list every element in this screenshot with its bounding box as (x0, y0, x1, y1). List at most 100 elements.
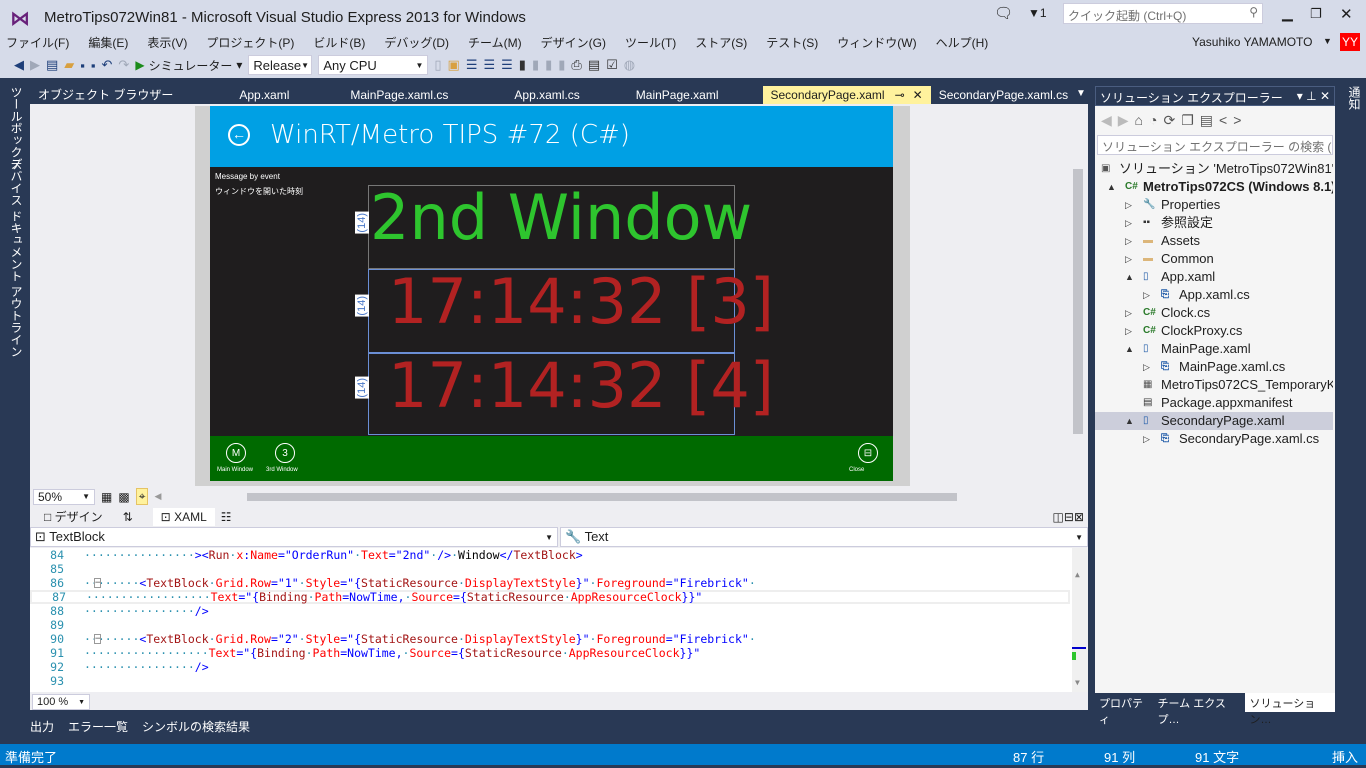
tree-item[interactable]: ▲ C# MetroTips072CS (Windows 8.1) (1095, 178, 1333, 196)
user-dropdown-icon[interactable]: ▼ (1323, 36, 1332, 46)
element-dropdown[interactable]: ⊡ TextBlock ▼ (30, 527, 558, 547)
restore-button[interactable]: ❐ (1310, 6, 1322, 22)
tree-item[interactable]: ▷ ▬ Assets (1095, 232, 1333, 250)
close-tab-icon[interactable]: ✕ (913, 88, 923, 102)
tree-item[interactable]: ▲ ▯ SecondaryPage.xaml (1095, 412, 1333, 430)
uncomment-icon[interactable]: ☰ (501, 57, 513, 73)
device-tab[interactable]: デバイス (8, 158, 25, 206)
tree-item[interactable]: ▷ 🔧 Properties (1095, 196, 1333, 214)
expand-toggle-icon[interactable]: ▷ (1125, 250, 1132, 268)
code-line[interactable]: 90− ········<TextBlock·Grid.Row="2"·Style… (30, 632, 1070, 646)
pending-changes-icon[interactable]: ◔ (1149, 112, 1163, 128)
menu-item[interactable]: チーム(M) (468, 34, 522, 51)
xaml-designer[interactable]: ← WinRT/Metro TIPS #72 (C#) Message by e… (30, 104, 1088, 487)
notifications-flag[interactable]: ▼1 (1028, 6, 1047, 20)
member-dropdown[interactable]: 🔧 Text ▼ (560, 527, 1088, 547)
user-name[interactable]: Yasuhiko YAMAMOTO (1192, 35, 1313, 49)
back-icon[interactable]: ◀ (14, 57, 24, 73)
save-all-icon[interactable]: ▪ (91, 58, 96, 73)
menu-item[interactable]: ツール(T) (625, 34, 676, 51)
pin-icon[interactable]: ⊸ (895, 88, 905, 102)
swap-panes-icon[interactable]: ⇅ (123, 510, 133, 524)
tree-item[interactable]: ▷ ⎘ MainPage.xaml.cs (1095, 358, 1333, 376)
menu-item[interactable]: ストア(S) (695, 34, 747, 51)
expand-toggle-icon[interactable]: ▷ (1125, 196, 1132, 214)
tab-design[interactable]: □ デザイン (44, 508, 103, 525)
code-line[interactable]: 84 ················><Run·x:Name="OrderRun… (30, 548, 1070, 562)
avatar[interactable]: YY (1340, 33, 1360, 51)
grid-icon[interactable]: ▦ (101, 490, 112, 504)
expand-toggle-icon[interactable]: ▲ (1107, 178, 1116, 196)
expand-toggle-icon[interactable]: ▲ (1125, 340, 1134, 358)
bottom-tab[interactable]: 出力 (30, 718, 54, 736)
tab-xaml[interactable]: ⊡ XAML (152, 507, 215, 526)
expand-toggle-icon[interactable]: ▲ (1125, 412, 1134, 430)
doc-tab[interactable]: MainPage.xaml (628, 86, 727, 104)
menu-item[interactable]: ビルド(B) (313, 34, 365, 51)
document-outline-icon[interactable]: ☷ (221, 510, 232, 524)
expand-toggle-icon[interactable]: ▷ (1125, 322, 1132, 340)
code-line[interactable]: 85 (30, 562, 1070, 576)
menu-item[interactable]: デザイン(G) (541, 34, 606, 51)
expand-toggle-icon[interactable]: ▷ (1143, 286, 1150, 304)
panel-menu-icons[interactable]: ▾ ⊥ ✕ (1297, 89, 1330, 103)
menu-item[interactable]: ウィンドウ(W) (837, 34, 916, 51)
doc-tab[interactable]: App.xaml.cs (506, 86, 587, 104)
doc-tab[interactable]: SecondaryPage.xaml.cs (931, 86, 1076, 104)
configuration-select[interactable]: Release ▼ (248, 55, 313, 75)
doc-tab[interactable]: App.xaml (231, 86, 297, 104)
designer-vertical-scrollbar[interactable] (1073, 169, 1083, 434)
clear-bookmark-icon[interactable]: ▮ (558, 57, 565, 73)
web-icon[interactable]: ◍ (624, 57, 635, 73)
right-panel-tab[interactable]: プロパティ (1095, 693, 1153, 726)
collapse-icon[interactable]: ❐ (1181, 112, 1200, 128)
tree-item[interactable]: ▦ MetroTips072CS_TemporaryKey.pfx (1095, 376, 1333, 394)
expand-toggle-icon[interactable]: ▷ (1125, 232, 1132, 250)
expand-toggle-icon[interactable]: ▷ (1143, 430, 1150, 448)
undo-icon[interactable]: ↶ (102, 57, 113, 73)
error-list-icon[interactable]: ⎙ (571, 57, 581, 73)
feedback-icon[interactable]: 🗨 (994, 4, 1013, 22)
document-outline-tab[interactable]: ドキュメント アウトライン (8, 210, 25, 357)
code-line[interactable]: 93 (30, 674, 1070, 688)
split-pane-icons[interactable]: ◫⊟⊠ (1053, 510, 1084, 524)
editor-vertical-scrollbar[interactable]: ▲ ▼ (1072, 548, 1088, 692)
expand-toggle-icon[interactable]: ▷ (1125, 304, 1132, 322)
appbar-button-0[interactable]: M (226, 443, 246, 463)
indent-icon[interactable]: ☰ (466, 57, 478, 73)
right-panel-tab[interactable]: チーム エクスプ… (1153, 693, 1245, 726)
close-button[interactable]: ✕ (1340, 5, 1353, 23)
menu-item[interactable]: ファイル(F) (6, 34, 69, 51)
new-project-icon[interactable]: ▤ (46, 57, 58, 73)
tree-item[interactable]: ▷ C# Clock.cs (1095, 304, 1333, 322)
open-file-icon[interactable]: ▰ (64, 57, 74, 73)
tree-item[interactable]: ▷ ▬ Common (1095, 250, 1333, 268)
menu-item[interactable]: ヘルプ(H) (936, 34, 989, 51)
solution-search-input[interactable]: ソリューション エクスプローラー の検索 (Ctrl+;) (1097, 135, 1333, 155)
bottom-tab[interactable]: シンボルの検索結果 (142, 718, 250, 736)
scroll-left-icon[interactable]: ◀ (154, 491, 161, 502)
notifications-tab[interactable]: 通知 (1346, 86, 1363, 110)
next-bookmark-icon[interactable]: ▮ (545, 57, 552, 73)
code-line[interactable]: 88 ················/> (30, 604, 1070, 618)
artboard-icon[interactable]: ⌖ (135, 488, 149, 505)
fold-toggle-icon[interactable]: − (94, 578, 102, 588)
right-panel-tab[interactable]: ソリューション… (1245, 693, 1336, 726)
device-icon[interactable]: ▯ (434, 57, 441, 73)
start-button[interactable]: ▶ シミュレーター ▾ (135, 57, 242, 74)
snap-icon[interactable]: ▩ (118, 490, 129, 504)
prev-bookmark-icon[interactable]: ▮ (532, 57, 539, 73)
menu-item[interactable]: 表示(V) (147, 34, 187, 51)
expand-toggle-icon[interactable]: ▷ (1143, 358, 1150, 376)
tab-list-dropdown-icon[interactable]: ▼ (1076, 88, 1086, 99)
save-icon[interactable]: ▪ (80, 58, 85, 73)
find-icon[interactable]: ▣ (448, 57, 460, 73)
code-line[interactable]: 91 ··················Text="{Binding·Path=… (30, 646, 1070, 660)
tree-item[interactable]: ▷ C# ClockProxy.cs (1095, 322, 1333, 340)
platform-select[interactable]: Any CPU ▼ (318, 55, 429, 75)
tree-item[interactable]: ▷ ⎘ App.xaml.cs (1095, 286, 1333, 304)
sync-icon[interactable]: ⟳ (1163, 112, 1181, 128)
tree-item[interactable]: ▲ ▯ MainPage.xaml (1095, 340, 1333, 358)
menu-item[interactable]: 編集(E) (88, 34, 128, 51)
comment-icon[interactable]: ☰ (483, 57, 495, 73)
